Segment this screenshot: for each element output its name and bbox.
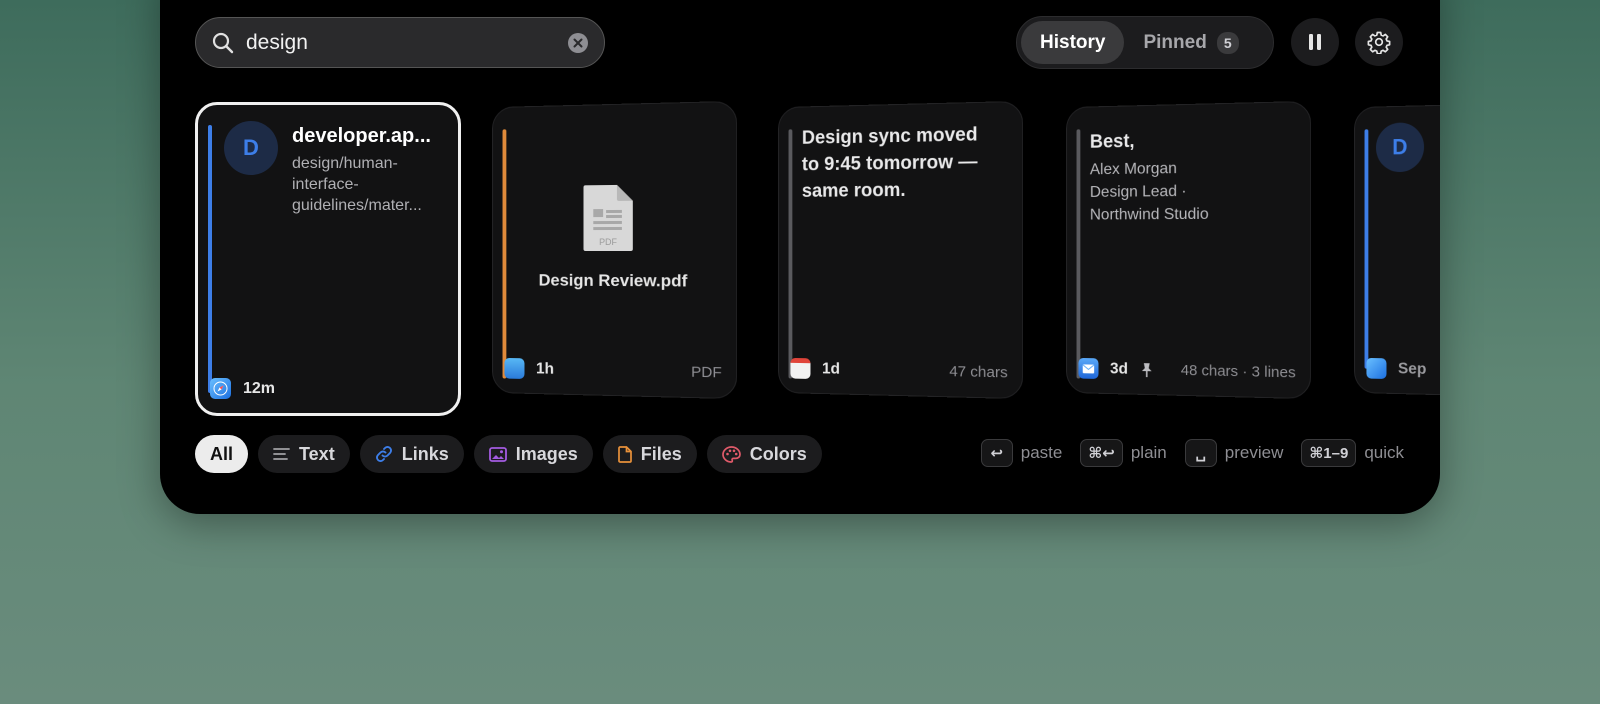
card-footer: 1d 47 chars (790, 358, 1007, 384)
clip-card-link[interactable]: D developer.ap... design/human-interface… (195, 102, 461, 416)
pdf-badge: PDF (582, 237, 635, 247)
view-tabs: History Pinned 5 (1016, 16, 1274, 69)
calendar-icon (790, 358, 810, 379)
clipboard-panel: History Pinned 5 D developer.ap... desig… (160, 0, 1440, 514)
palette-icon (722, 446, 741, 463)
close-icon (573, 38, 583, 48)
filter-all[interactable]: All (195, 435, 248, 473)
card-footer: 12m (210, 378, 444, 399)
gear-icon (1367, 30, 1391, 54)
link-icon (375, 445, 393, 463)
mail-icon (1078, 358, 1098, 379)
file-icon (618, 446, 632, 463)
clip-card-text[interactable]: Design sync moved to 9:45 tomorrow — sam… (778, 101, 1023, 399)
plain-key: ⌘↩ (1080, 439, 1122, 467)
shortcut-hints: ↩ paste ⌘↩ plain ␣ preview ⌘1–9 quick (981, 439, 1404, 467)
card-age: 12m (243, 380, 275, 398)
file-name: Design Review.pdf (493, 271, 736, 292)
pin-icon (1140, 362, 1154, 378)
card-footer: 1h PDF (504, 358, 721, 384)
accent-bar (208, 125, 212, 393)
accent-bar (503, 129, 507, 378)
preview-key: ␣ (1185, 439, 1217, 467)
card-footer: Sep (1366, 358, 1440, 384)
filter-bar: All Text Links Images Files Colors (195, 435, 822, 473)
filter-colors[interactable]: Colors (707, 435, 822, 473)
accent-bar (1365, 129, 1369, 368)
preview-hint: preview (1225, 443, 1284, 463)
card-age: 1h (536, 360, 554, 378)
clip-text-title: Best, (1090, 128, 1135, 156)
image-icon (489, 447, 507, 462)
card-age: 3d (1110, 360, 1128, 378)
pause-button[interactable] (1291, 18, 1339, 66)
clip-card-link[interactable]: D Sep (1354, 101, 1440, 399)
quick-hint: quick (1364, 443, 1404, 463)
card-meta: 48 chars · 3 lines (1181, 362, 1296, 382)
avatar: D (1376, 122, 1424, 172)
clear-search-button[interactable] (568, 33, 588, 53)
settings-button[interactable] (1355, 18, 1403, 66)
clip-text: Design sync moved to 9:45 tomorrow — sam… (802, 121, 1000, 205)
card-age: Sep (1398, 360, 1426, 378)
tab-pinned-label: Pinned (1143, 32, 1206, 54)
filter-links[interactable]: Links (360, 435, 464, 473)
clip-text-lines: Alex Morgan Design Lead · Northwind Stud… (1090, 157, 1209, 227)
card-footer: 3d 48 chars · 3 lines (1078, 358, 1295, 384)
card-meta: PDF (691, 364, 722, 382)
pinned-count-badge: 5 (1217, 32, 1239, 54)
safari-icon (1366, 358, 1386, 379)
tab-history-label: History (1040, 32, 1105, 54)
quick-key: ⌘1–9 (1301, 439, 1356, 467)
tab-pinned[interactable]: Pinned 5 (1124, 21, 1257, 64)
filter-text[interactable]: Text (258, 435, 350, 473)
accent-bar (789, 129, 793, 378)
pdf-file-icon: PDF (582, 183, 635, 253)
plain-hint: plain (1131, 443, 1167, 463)
clip-card-file[interactable]: PDF Design Review.pdf 1h PDF (492, 101, 737, 399)
search-icon (212, 32, 234, 54)
card-meta: 47 chars (949, 363, 1007, 381)
pause-icon (1307, 33, 1323, 51)
avatar: D (224, 121, 278, 175)
card-subtitle: design/human-interface-guidelines/mater.… (292, 153, 444, 217)
clip-card-text[interactable]: Best, Alex Morgan Design Lead · Northwin… (1066, 101, 1311, 399)
search-input[interactable] (246, 31, 568, 55)
text-lines-icon (273, 447, 290, 461)
paste-key: ↩ (981, 439, 1013, 467)
card-title: developer.ap... (292, 125, 442, 148)
filter-images[interactable]: Images (474, 435, 593, 473)
paste-hint: paste (1021, 443, 1063, 463)
finder-icon (504, 358, 524, 379)
safari-icon (210, 378, 231, 399)
filter-files[interactable]: Files (603, 435, 697, 473)
tab-history[interactable]: History (1021, 21, 1124, 64)
accent-bar (1077, 129, 1081, 378)
search-field[interactable] (195, 17, 605, 68)
card-age: 1d (822, 360, 840, 378)
